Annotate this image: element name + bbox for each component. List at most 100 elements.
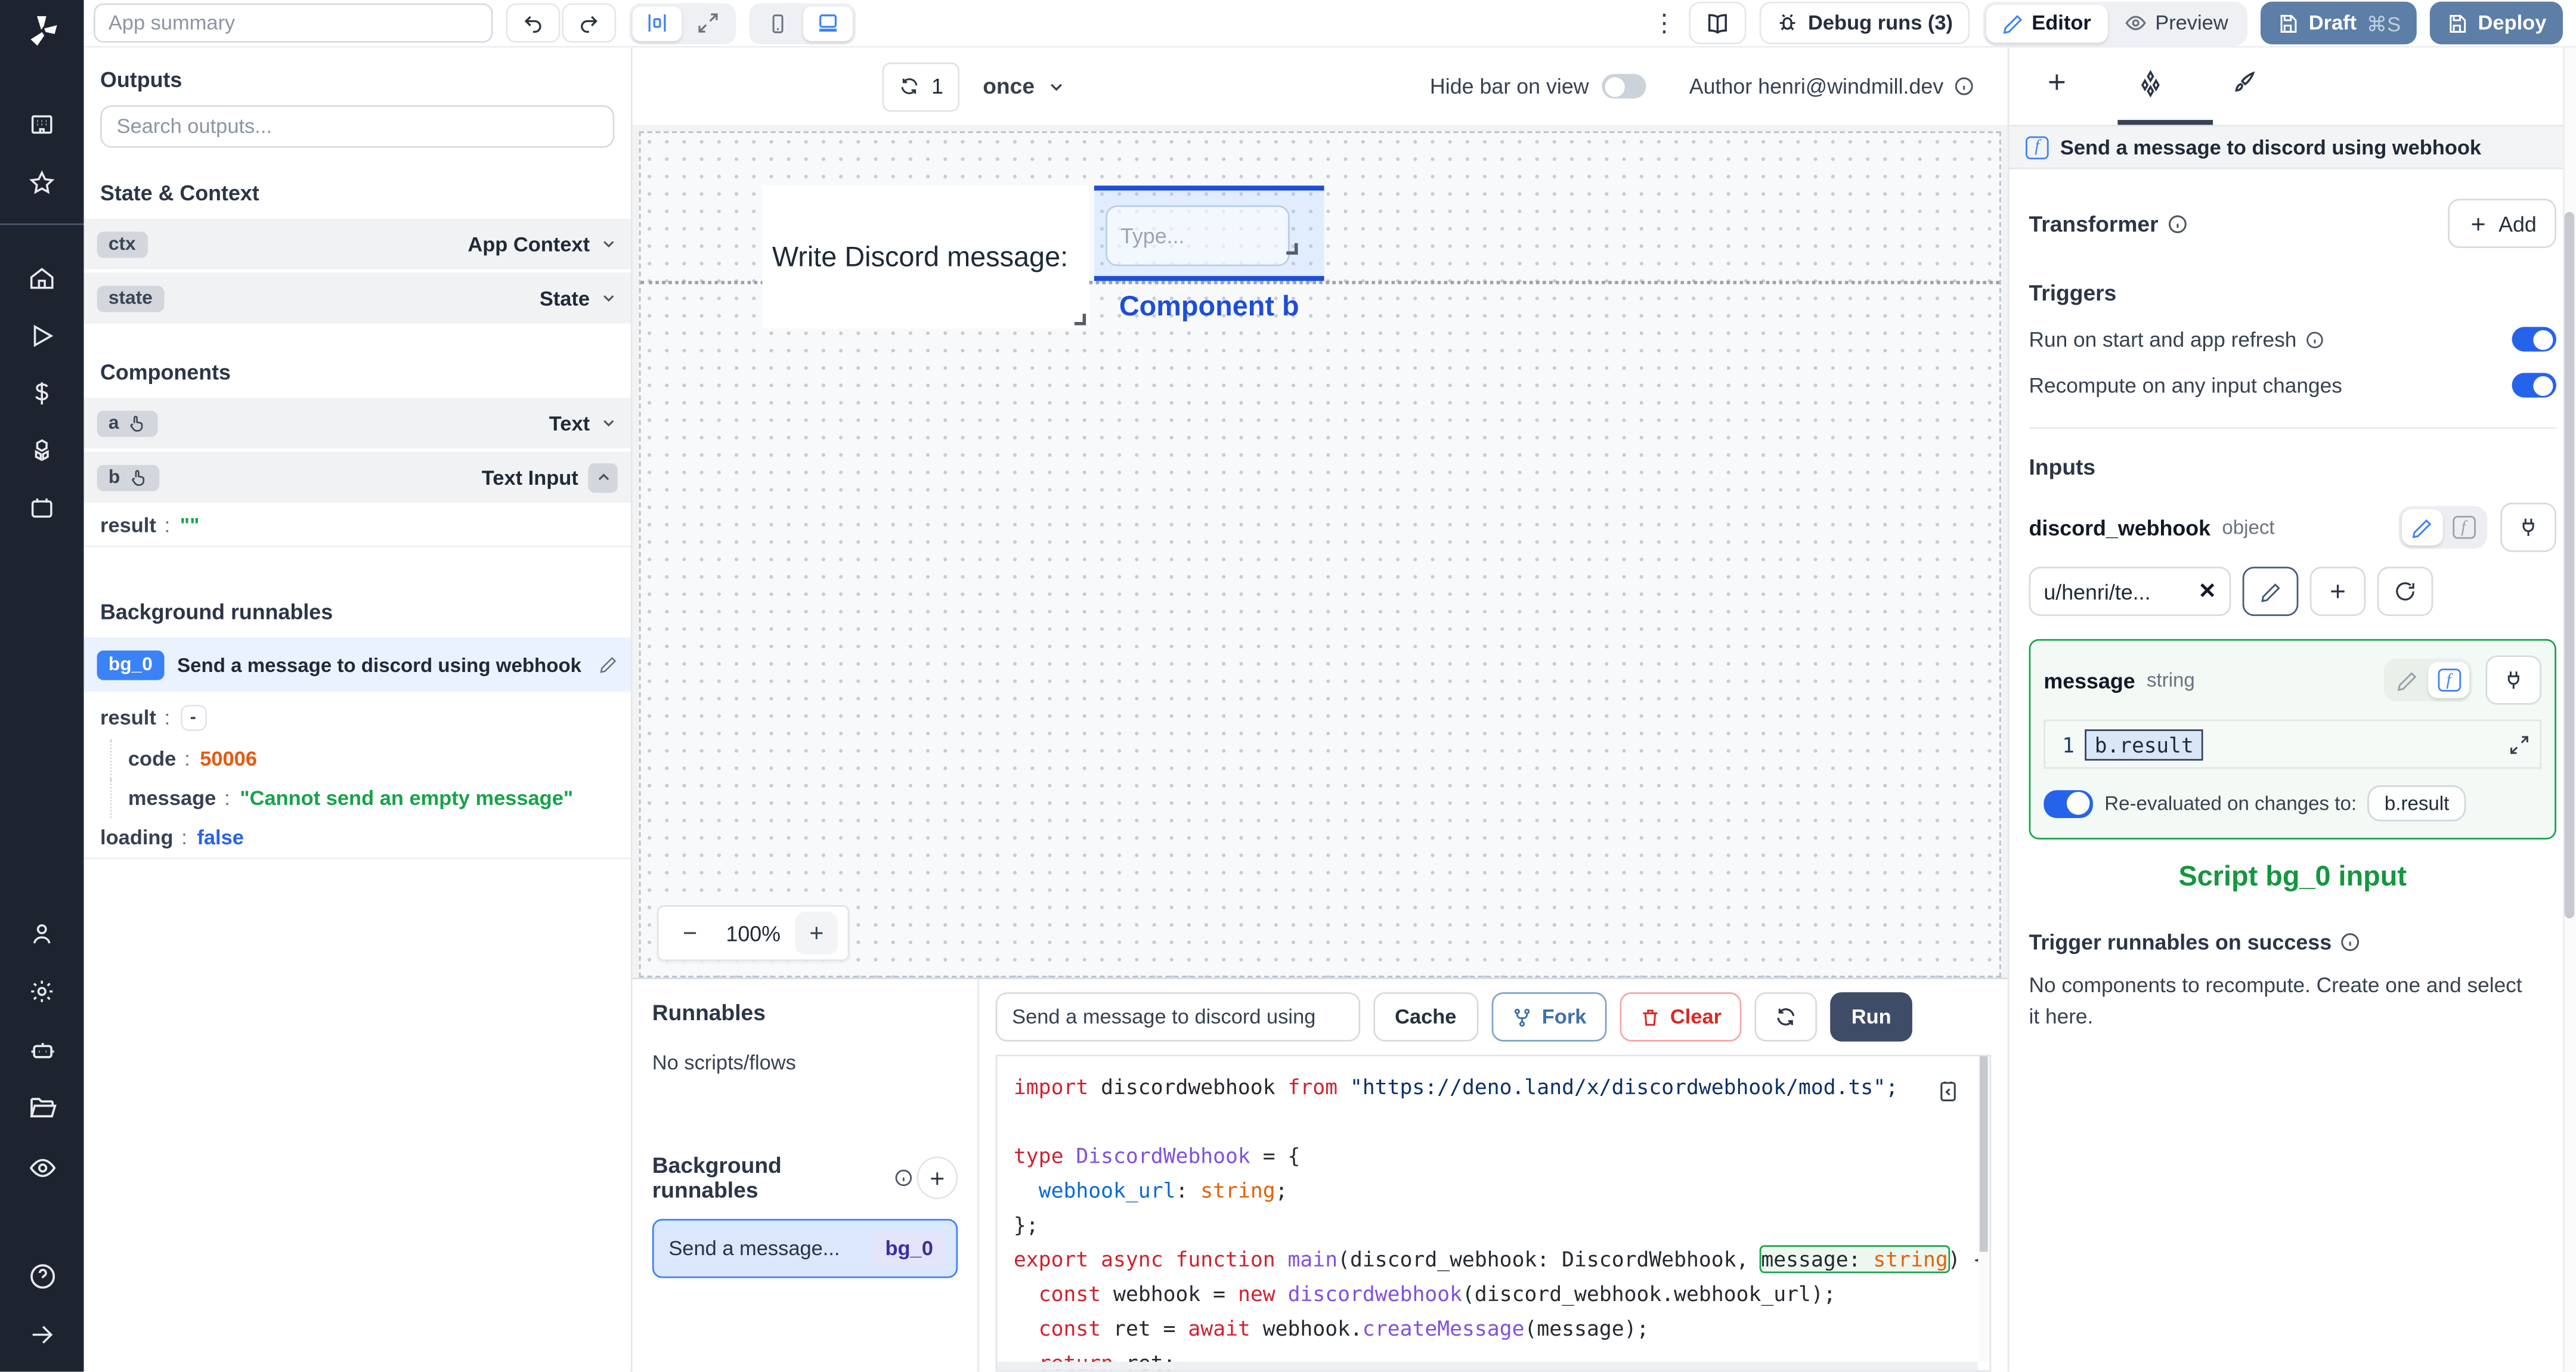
reeval-row: Re-evaluated on changes to: b.result bbox=[2044, 785, 2541, 822]
script-name-input[interactable] bbox=[995, 992, 1361, 1042]
more-options-kebab-icon[interactable]: ⋮ bbox=[1652, 8, 1676, 38]
canvas-grid[interactable]: Write Discord message: Component b − 100… bbox=[639, 131, 2001, 978]
fork-button[interactable]: Fork bbox=[1491, 992, 1606, 1042]
workers-robot-icon[interactable] bbox=[27, 1036, 57, 1066]
component-row-b[interactable]: b Text Input bbox=[83, 451, 631, 503]
undo-button[interactable] bbox=[506, 3, 561, 43]
resources-icon[interactable] bbox=[28, 437, 56, 465]
bg0-runnable-card[interactable]: Send a message... bg_0 bbox=[652, 1219, 958, 1279]
static-mode-pencil-icon[interactable] bbox=[2387, 662, 2428, 698]
refresh-resource-button[interactable] bbox=[2377, 566, 2433, 617]
hide-bar-label: Hide bar on view bbox=[1429, 73, 1589, 99]
reeval-toggle[interactable] bbox=[2044, 789, 2093, 817]
search-outputs-input[interactable] bbox=[100, 105, 615, 148]
redo-button[interactable] bbox=[562, 3, 617, 43]
text-component-a[interactable]: Write Discord message: bbox=[762, 185, 1089, 329]
center-align-button[interactable] bbox=[632, 5, 682, 41]
collapse-rail-arrow-icon[interactable] bbox=[28, 1321, 56, 1349]
code-editor[interactable]: import discordwebhook from "https://deno… bbox=[995, 1055, 1992, 1372]
fullscreen-button[interactable] bbox=[683, 6, 733, 41]
refresh-mode-dropdown[interactable]: once bbox=[983, 74, 1066, 98]
audit-eye-icon[interactable] bbox=[27, 1154, 57, 1184]
eval-mode-function-icon[interactable]: f bbox=[2428, 662, 2469, 698]
chevron-up-icon[interactable] bbox=[588, 462, 618, 493]
resource-picker[interactable]: u/henri/te... ✕ bbox=[2029, 566, 2231, 617]
code-horizontal-scrollbar[interactable] bbox=[997, 1362, 1979, 1371]
chevron-down-icon[interactable] bbox=[600, 289, 618, 307]
runs-icon[interactable] bbox=[28, 322, 56, 350]
scrollbar-thumb[interactable] bbox=[2564, 212, 2575, 919]
static-mode-pencil-icon[interactable] bbox=[2401, 509, 2443, 546]
text-component-label: Write Discord message: bbox=[772, 240, 1069, 272]
help-icon[interactable] bbox=[27, 1262, 57, 1292]
tab-theme-brush-icon[interactable] bbox=[2197, 69, 2290, 97]
tab-editor[interactable]: Editor bbox=[1986, 4, 2108, 42]
draft-button[interactable]: Draft ⌘S bbox=[2261, 1, 2417, 45]
copy-code-icon[interactable] bbox=[1936, 1080, 1960, 1104]
workspace-icon[interactable] bbox=[28, 112, 56, 140]
connect-plug-icon[interactable] bbox=[2485, 655, 2542, 705]
text-input-component[interactable] bbox=[1106, 205, 1290, 267]
favorites-star-icon[interactable] bbox=[28, 169, 56, 197]
collapse-result-button[interactable]: - bbox=[179, 704, 206, 732]
clear-button[interactable]: Clear bbox=[1619, 992, 1742, 1042]
tab-preview[interactable]: Preview bbox=[2107, 4, 2244, 42]
run-button[interactable]: Run bbox=[1829, 992, 1913, 1042]
refresh-count-box[interactable]: 1 bbox=[882, 61, 960, 111]
clear-resource-icon[interactable]: ✕ bbox=[2199, 578, 2216, 605]
selected-component-b[interactable] bbox=[1094, 185, 1324, 281]
code-content[interactable]: import discordwebhook from "https://deno… bbox=[997, 1057, 1989, 1371]
message-expression-editor[interactable]: 1 b.result bbox=[2044, 719, 2542, 769]
mobile-view-button[interactable] bbox=[753, 6, 802, 41]
output-row-state[interactable]: state State bbox=[83, 272, 631, 324]
tab-insert-plus-icon[interactable] bbox=[2009, 69, 2103, 95]
resize-handle[interactable] bbox=[1286, 243, 1298, 255]
outputs-title: Outputs bbox=[100, 67, 182, 92]
eval-mode-function-icon[interactable]: f bbox=[2443, 509, 2484, 546]
b-result-row[interactable]: result : "" bbox=[83, 506, 631, 547]
settings-gear-icon[interactable] bbox=[28, 978, 56, 1006]
output-row-ctx[interactable]: ctx App Context bbox=[83, 218, 631, 270]
expand-editor-icon[interactable] bbox=[2509, 733, 2533, 755]
edit-pencil-icon[interactable] bbox=[600, 655, 618, 673]
edit-resource-pencil-button[interactable] bbox=[2242, 566, 2299, 617]
bg0-result-row[interactable]: result : - bbox=[84, 692, 631, 739]
add-background-runnable-button[interactable] bbox=[916, 1157, 958, 1200]
variables-icon[interactable] bbox=[28, 379, 56, 407]
app-canvas[interactable]: Write Discord message: Component b − 100… bbox=[632, 125, 2008, 978]
hide-bar-toggle[interactable] bbox=[1602, 73, 1647, 99]
window-scrollbar[interactable] bbox=[2562, 47, 2576, 1372]
zoom-in-button[interactable]: + bbox=[795, 912, 838, 955]
zoom-out-button[interactable]: − bbox=[668, 912, 711, 955]
code-key: code bbox=[128, 747, 177, 771]
run-on-start-toggle[interactable] bbox=[2512, 327, 2556, 352]
debug-runs-button[interactable]: Debug runs (3) bbox=[1758, 1, 1970, 45]
user-icon[interactable] bbox=[28, 921, 56, 949]
expression-token[interactable]: b.result bbox=[2085, 728, 2204, 760]
reeval-target-chip[interactable]: b.result bbox=[2368, 785, 2466, 822]
folders-icon[interactable] bbox=[27, 1095, 57, 1125]
schedules-icon[interactable] bbox=[28, 494, 56, 522]
code-vertical-scrollbar[interactable] bbox=[1978, 1057, 1990, 1362]
deploy-button[interactable]: Deploy bbox=[2430, 1, 2563, 45]
reload-script-button[interactable] bbox=[1754, 992, 1817, 1042]
tab-settings-components-icon[interactable] bbox=[2103, 69, 2197, 99]
add-resource-button[interactable] bbox=[2309, 566, 2366, 617]
home-icon[interactable] bbox=[28, 265, 56, 293]
app-summary-input[interactable] bbox=[94, 3, 493, 43]
windmill-logo-icon[interactable] bbox=[24, 13, 60, 49]
desktop-view-button[interactable] bbox=[803, 5, 853, 41]
chevron-down-icon[interactable] bbox=[600, 235, 618, 253]
left-rail bbox=[0, 0, 84, 1372]
chevron-down-icon[interactable] bbox=[600, 414, 618, 432]
resize-handle[interactable] bbox=[1074, 314, 1086, 326]
bg0-row[interactable]: bg_0 Send a message to discord using web… bbox=[83, 637, 631, 692]
info-icon[interactable] bbox=[1953, 76, 1975, 97]
add-transformer-button[interactable]: Add bbox=[2447, 199, 2556, 249]
recompute-toggle[interactable] bbox=[2512, 373, 2556, 398]
trigger-success-note: No components to recompute. Create one a… bbox=[2029, 973, 2522, 1028]
docs-book-button[interactable] bbox=[1688, 1, 1746, 45]
connect-plug-icon[interactable] bbox=[2500, 503, 2556, 552]
component-row-a[interactable]: a Text bbox=[83, 397, 631, 449]
cache-button[interactable]: Cache bbox=[1373, 992, 1478, 1042]
